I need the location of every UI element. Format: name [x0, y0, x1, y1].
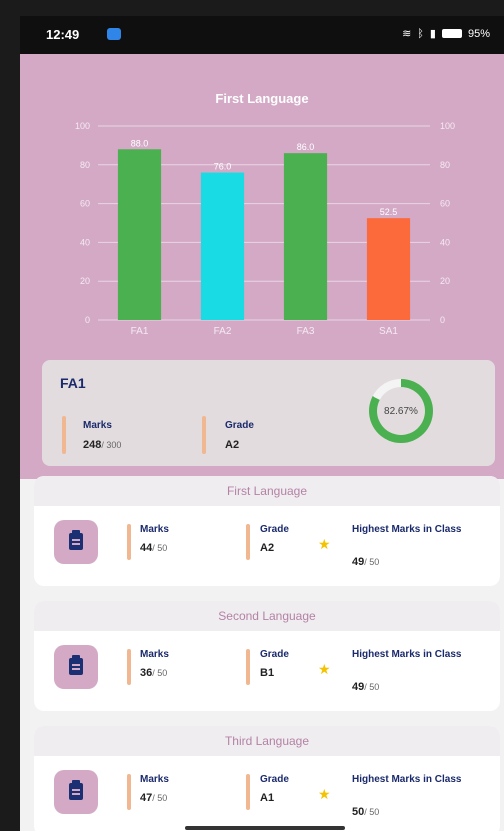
y-tick-label: 100 — [75, 121, 90, 131]
x-tick-label: FA2 — [214, 326, 232, 334]
marks-value: 36/ 50 — [140, 667, 168, 679]
y-tick-label: 20 — [80, 276, 90, 286]
y-tick-label: 60 — [80, 199, 90, 209]
grade-value: A2 — [260, 542, 275, 554]
grade-divider — [202, 416, 206, 454]
grade-value: B1 — [260, 667, 275, 679]
highest-marks-value: 49/ 50 — [352, 681, 380, 693]
highest-marks-label: Highest Marks in Class — [352, 524, 462, 535]
summary-grade-label: Grade — [225, 420, 254, 431]
y-tick-label: 80 — [80, 160, 90, 170]
notification-icon — [107, 28, 121, 40]
summary-marks-value: 248/ 300 — [83, 439, 122, 451]
subject-title: First Language — [34, 476, 500, 506]
subject-card-third-language[interactable]: Third Language Marks 47/ 50 Grade A1 ★ H… — [34, 726, 500, 831]
marks-divider — [127, 649, 131, 685]
bar-chart: 0 20 40 60 80 100 0 20 40 60 80 100 88.0 FA1 76.0 FA2 86… — [75, 121, 455, 334]
summary-card[interactable]: FA1 Marks 248/ 300 Grade A2 82.67% — [42, 360, 495, 466]
status-time: 12:49 — [46, 27, 80, 42]
x-tick-label: FA1 — [131, 326, 149, 334]
phone-screen: 12:49 ≋ ᛒ ▮ 95% First Language 0 20 40 60 80… — [20, 16, 504, 831]
grade-label: Grade — [260, 649, 289, 660]
x-tick-label: FA3 — [297, 326, 315, 334]
home-indicator[interactable] — [185, 826, 345, 830]
bar-value-label: 88.0 — [131, 138, 149, 148]
signal-icon: ▮ — [429, 28, 436, 40]
marks-divider — [127, 524, 131, 560]
bluetooth-icon: ᛒ — [417, 27, 424, 40]
right-y-tick-label: 60 — [440, 199, 450, 209]
bar-value-label: 76.0 — [214, 162, 232, 172]
marks-label: Marks — [140, 649, 169, 660]
bar-sa1 — [366, 218, 411, 320]
wifi-icon: ≋ — [402, 28, 412, 40]
right-y-tick-label: 0 — [440, 315, 445, 325]
status-icons: ≋ ᛒ ▮ 95% — [402, 27, 490, 41]
right-y-tick-label: 100 — [440, 121, 455, 131]
bar-value-label: 86.0 — [297, 142, 315, 152]
highest-marks-value: 50/ 50 — [352, 806, 380, 818]
y-tick-label: 40 — [80, 237, 90, 247]
grade-label: Grade — [260, 774, 289, 785]
marks-value: 47/ 50 — [140, 792, 168, 804]
bar-fa2 — [200, 172, 245, 320]
grade-divider — [246, 524, 250, 560]
bar-value-label: 52.5 — [380, 207, 398, 217]
marks-value: 44/ 50 — [140, 542, 168, 554]
percentage-ring: 82.67% — [369, 379, 433, 443]
marks-label: Marks — [140, 524, 169, 535]
summary-grade-value: A2 — [225, 439, 240, 451]
clipboard-icon — [54, 645, 98, 689]
x-tick-label: SA1 — [379, 326, 398, 334]
highest-marks-label: Highest Marks in Class — [352, 649, 462, 660]
right-y-tick-label: 20 — [440, 276, 450, 286]
subject-card-first-language[interactable]: First Language Marks 44/ 50 Grade A2 ★ H… — [34, 476, 500, 586]
right-y-tick-label: 40 — [440, 237, 450, 247]
marks-divider — [127, 774, 131, 810]
grade-divider — [246, 774, 250, 810]
grade-label: Grade — [260, 524, 289, 535]
subject-card-second-language[interactable]: Second Language Marks 36/ 50 Grade B1 ★ … — [34, 601, 500, 711]
bar-fa3 — [283, 153, 328, 320]
y-tick-label: 0 — [85, 315, 90, 325]
star-icon: ★ — [318, 786, 331, 802]
highest-marks-label: Highest Marks in Class — [352, 774, 462, 785]
performance-header: First Language 0 20 40 60 80 100 0 20 40 60 80 100 8… — [20, 54, 504, 479]
bar-fa1 — [117, 149, 162, 320]
star-icon: ★ — [318, 661, 331, 677]
status-bar: 12:49 ≋ ᛒ ▮ 95% — [20, 16, 504, 54]
chart-title: First Language — [215, 91, 309, 106]
grade-divider — [246, 649, 250, 685]
summary-title: FA1 — [60, 375, 86, 391]
right-y-tick-label: 80 — [440, 160, 450, 170]
subject-title: Second Language — [34, 601, 500, 631]
marks-label: Marks — [140, 774, 169, 785]
star-icon: ★ — [318, 536, 331, 552]
grade-value: A1 — [260, 792, 275, 804]
percentage-text: 82.67% — [377, 387, 425, 435]
subject-title: Third Language — [34, 726, 500, 756]
clipboard-icon — [54, 520, 98, 564]
clipboard-icon — [54, 770, 98, 814]
highest-marks-value: 49/ 50 — [352, 556, 380, 568]
battery-icon — [441, 29, 462, 38]
battery-percent: 95% — [467, 27, 490, 40]
marks-divider — [62, 416, 66, 454]
summary-marks-label: Marks — [83, 420, 112, 431]
